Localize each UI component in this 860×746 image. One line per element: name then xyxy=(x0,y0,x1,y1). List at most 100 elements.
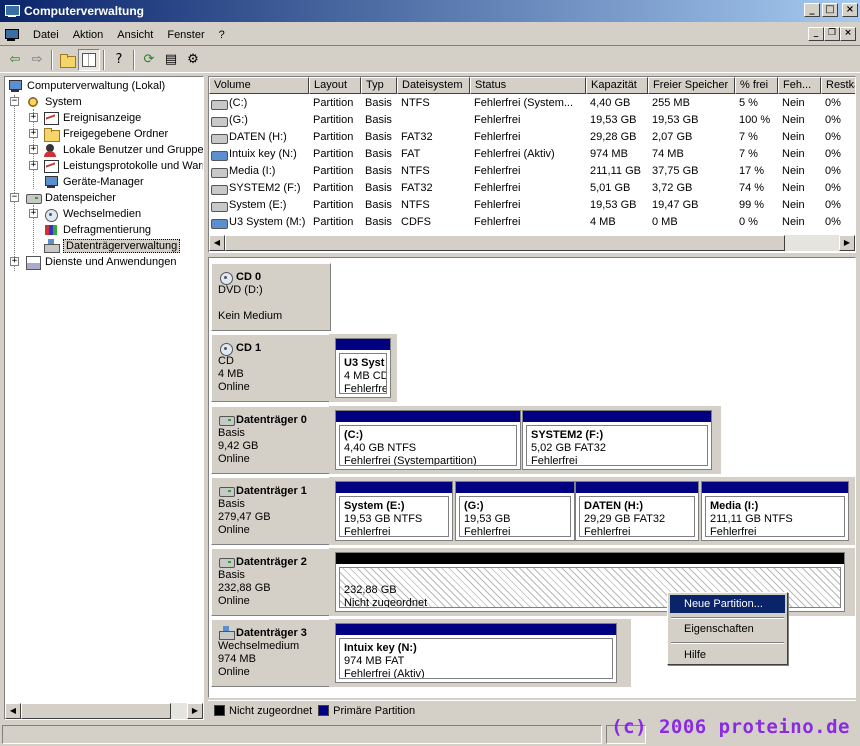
disk-title: Datenträger 2 xyxy=(236,555,307,568)
expand-freigegebene-ordner-toggle[interactable]: + xyxy=(29,129,38,138)
title-bar[interactable]: Computerverwaltung _ □ × xyxy=(0,0,860,22)
tree-node-wechselmedien[interactable]: Wechselmedien xyxy=(43,206,141,222)
volume-list[interactable]: Volume Layout Typ Dateisystem Status Kapazitä… xyxy=(208,76,856,253)
column-header[interactable]: Freier Speicher xyxy=(648,77,735,94)
table-cell: Basis xyxy=(365,182,392,194)
table-cell: 5,01 GB xyxy=(590,182,631,194)
scroll-left-icon[interactable]: ◀ xyxy=(5,703,21,719)
scroll-right-icon[interactable]: ▶ xyxy=(839,235,855,251)
primary-partition[interactable]: System (E:) 19,53 GB NTFS Fehlerfrei xyxy=(335,481,453,541)
column-header[interactable]: Volume xyxy=(209,77,309,94)
help-icon[interactable]: ? xyxy=(108,49,130,71)
primary-partition[interactable]: SYSTEM2 (F:) 5,02 GB FAT32 Fehlerfrei xyxy=(522,410,712,470)
menu-item-hilfe[interactable]: Hilfe xyxy=(670,646,785,664)
primary-partition[interactable]: (C:) 4,40 GB NTFS Fehlerfrei (Systempartit… xyxy=(335,410,521,470)
primary-partition[interactable]: U3 Syst 4 MB CDI Fehlerfre xyxy=(335,338,391,398)
properties-icon[interactable]: ▤ xyxy=(160,49,182,71)
menu-help[interactable]: ? xyxy=(212,29,232,41)
disk-label[interactable]: Datenträger 0 Basis 9,42 GB Online xyxy=(211,406,331,474)
disk-label[interactable]: CD 0 DVD (D:) Kein Medium xyxy=(211,263,331,331)
column-header[interactable]: Dateisystem xyxy=(397,77,470,94)
table-cell: 2,07 GB xyxy=(652,131,693,143)
toolbar-separator xyxy=(133,49,135,70)
disk-label[interactable]: CD 1 CD 4 MB Online xyxy=(211,334,331,402)
disk-label[interactable]: Datenträger 2 Basis 232,88 GB Online xyxy=(211,548,331,616)
mmc-document-icon[interactable] xyxy=(4,28,20,42)
disk-info-line xyxy=(218,297,324,310)
table-row[interactable]: U3 System (M:) Partition Basis CDFS Fehlerfr… xyxy=(209,214,855,231)
tree-node-system[interactable]: System xyxy=(25,94,82,110)
collapse-datenspeicher-toggle[interactable]: − xyxy=(10,193,19,202)
table-cell: 7 % xyxy=(739,131,758,143)
primary-partition[interactable]: Intuix key (N:) 974 MB FAT Fehlerfrei (Akt… xyxy=(335,623,617,683)
disk-name: Datenträger 0 xyxy=(218,413,324,427)
tree-node-dienste-und-anwendungen[interactable]: Dienste und Anwendungen xyxy=(25,254,177,270)
menu-datei[interactable]: Datei xyxy=(26,29,66,41)
context-menu: Neue Partition... Eigenschaften Hilfe xyxy=(667,592,788,665)
expand-dienste-toggle[interactable]: + xyxy=(10,257,19,266)
volume-list-horizontal-scrollbar[interactable]: ◀ ▶ xyxy=(209,235,855,251)
minimize-button[interactable]: _ xyxy=(804,3,820,17)
tree-node-leistungsprotokolle[interactable]: Leistungsprotokolle und Warnungen xyxy=(43,158,203,174)
tree-node-computerverwaltung[interactable]: Computerverwaltung (Lokal) xyxy=(7,78,165,94)
column-header[interactable]: Status xyxy=(470,77,586,94)
menu-item-neue-partition[interactable]: Neue Partition... xyxy=(670,595,785,613)
console-tree[interactable]: Computerverwaltung (Lokal) − System + Er… xyxy=(4,76,204,720)
forward-arrow-icon[interactable]: ⇨ xyxy=(26,49,48,71)
tree-node-defragmentierung[interactable]: Defragmentierung xyxy=(43,222,151,238)
expand-ereignisanzeige-toggle[interactable]: + xyxy=(29,113,38,122)
disk-info-line: DVD (D:) xyxy=(218,284,263,296)
tree-node-datenspeicher[interactable]: Datenspeicher xyxy=(25,190,116,206)
expand-lokale-benutzer-toggle[interactable]: + xyxy=(29,145,38,154)
menu-ansicht[interactable]: Ansicht xyxy=(110,29,160,41)
expand-wechselmedien-toggle[interactable]: + xyxy=(29,209,38,218)
table-row[interactable]: Intuix key (N:) Partition Basis FAT Fehlerfr… xyxy=(209,146,855,163)
settings-icon[interactable]: ⚙ xyxy=(182,49,204,71)
partition-type-bar xyxy=(702,482,848,493)
column-header[interactable]: Restka xyxy=(821,77,855,94)
table-row[interactable]: SYSTEM2 (F:) Partition Basis FAT32 Fehlerfre… xyxy=(209,180,855,197)
child-minimize-button[interactable]: _ xyxy=(808,27,824,41)
column-header[interactable]: Typ xyxy=(361,77,397,94)
menu-item-eigenschaften[interactable]: Eigenschaften xyxy=(670,620,785,638)
primary-partition[interactable]: Media (I:) 211,11 GB NTFS Fehlerfrei xyxy=(701,481,849,541)
maximize-button[interactable]: □ xyxy=(822,3,838,17)
volume-list-scroll-thumb[interactable] xyxy=(225,235,785,251)
scroll-left-icon[interactable]: ◀ xyxy=(209,235,225,251)
table-row[interactable]: System (E:) Partition Basis NTFS Fehlerfrei 1… xyxy=(209,197,855,214)
tree-node-ereignisanzeige[interactable]: Ereignisanzeige xyxy=(43,110,141,126)
child-restore-button[interactable]: ❐ xyxy=(824,27,840,41)
disk-label[interactable]: Datenträger 3 Wechselmedium 974 MB Online xyxy=(211,619,331,687)
back-arrow-icon[interactable]: ⇦ xyxy=(4,49,26,71)
child-close-button[interactable]: × xyxy=(840,27,856,41)
tree-node-datentraegerverwaltung[interactable]: Datenträgerverwaltung xyxy=(43,238,181,254)
menu-fenster[interactable]: Fenster xyxy=(160,29,211,41)
partition-body: Intuix key (N:) 974 MB FAT Fehlerfrei (Akt… xyxy=(339,638,613,679)
tree-node-geraete-manager[interactable]: Geräte-Manager xyxy=(43,174,144,190)
table-row[interactable]: (C:) Partition Basis NTFS Fehlerfrei (System… xyxy=(209,95,855,112)
table-row[interactable]: Media (I:) Partition Basis NTFS Fehlerfrei 21… xyxy=(209,163,855,180)
refresh-icon[interactable]: ⟳ xyxy=(138,49,160,71)
table-row[interactable]: DATEN (H:) Partition Basis FAT32 Fehlerfrei 2… xyxy=(209,129,855,146)
tree-node-lokale-benutzer[interactable]: Lokale Benutzer und Gruppen xyxy=(43,142,203,158)
column-header[interactable]: Layout xyxy=(309,77,361,94)
close-button[interactable]: × xyxy=(842,3,858,17)
primary-partition[interactable]: (G:) 19,53 GB Fehlerfrei xyxy=(455,481,575,541)
column-header[interactable]: Kapazität xyxy=(586,77,648,94)
menu-aktion[interactable]: Aktion xyxy=(66,29,111,41)
show-tree-icon[interactable] xyxy=(78,48,100,71)
primary-partition[interactable]: DATEN (H:) 29,29 GB FAT32 Fehlerfrei xyxy=(575,481,699,541)
column-header[interactable]: Feh... xyxy=(778,77,821,94)
tree-horizontal-scrollbar[interactable]: ◀ ▶ xyxy=(5,703,203,719)
up-level-icon[interactable] xyxy=(56,49,78,71)
expand-leistungsprotokolle-toggle[interactable]: + xyxy=(29,161,38,170)
column-header[interactable]: % frei xyxy=(735,77,778,94)
tree-node-freigegebene-ordner[interactable]: Freigegebene Ordner xyxy=(43,126,168,142)
disk-label[interactable]: Datenträger 1 Basis 279,47 GB Online xyxy=(211,477,331,545)
table-cell: NTFS xyxy=(401,165,430,177)
collapse-system-toggle[interactable]: − xyxy=(10,97,19,106)
table-row[interactable]: (G:) Partition Basis Fehlerfrei 19,53 GB 19,5… xyxy=(209,112,855,129)
tree-scroll-thumb[interactable] xyxy=(21,703,171,719)
disk-info-line: Online xyxy=(218,524,250,536)
scroll-right-icon[interactable]: ▶ xyxy=(187,703,203,719)
